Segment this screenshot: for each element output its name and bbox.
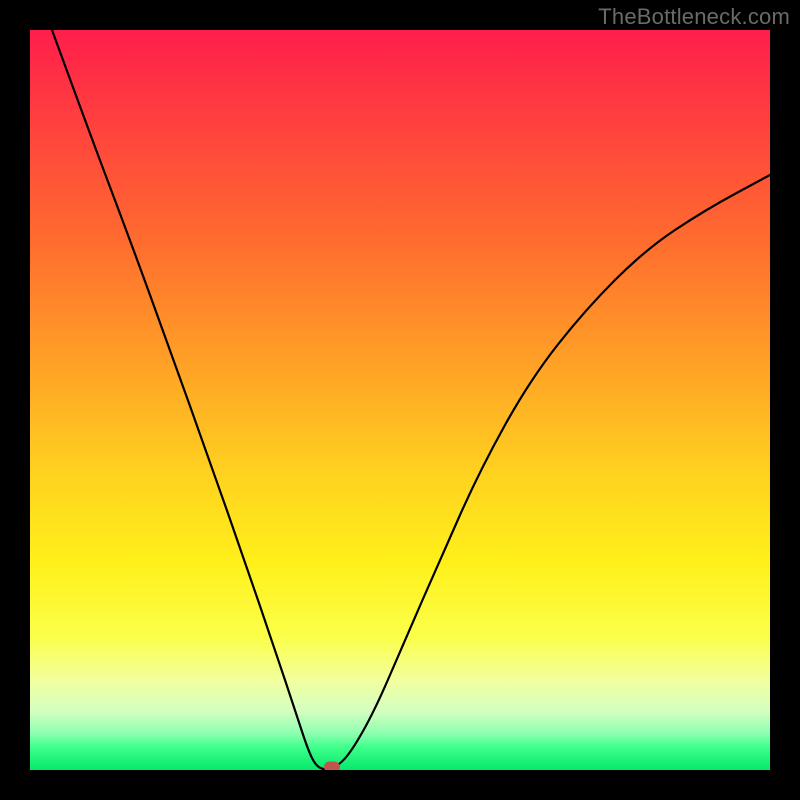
curve-svg: [30, 30, 770, 770]
watermark-text: TheBottleneck.com: [598, 4, 790, 30]
plot-area: [30, 30, 770, 770]
curve-tip-marker: [324, 762, 340, 771]
chart-frame: TheBottleneck.com: [0, 0, 800, 800]
bottleneck-curve: [52, 30, 770, 769]
